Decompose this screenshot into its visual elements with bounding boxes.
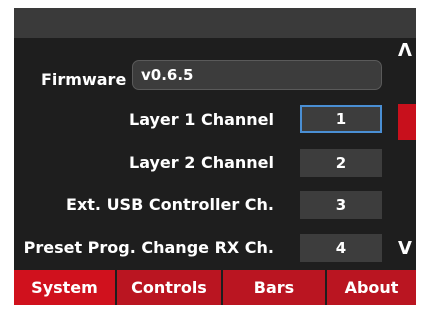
ext-usb-controller-value[interactable]: 3 xyxy=(300,191,382,219)
scroll-down-icon[interactable]: V xyxy=(394,238,416,259)
scrollbar[interactable]: Λ V xyxy=(394,38,416,270)
layer1-channel-value[interactable]: 1 xyxy=(300,105,382,133)
firmware-label: Firmware xyxy=(41,70,127,89)
tab-about[interactable]: About xyxy=(325,270,416,305)
layer1-channel-label: Layer 1 Channel xyxy=(129,110,274,129)
firmware-value-field: v0.6.5 xyxy=(132,60,382,90)
device-screen: Firmware v0.6.5 Layer 1 Channel 1 Layer … xyxy=(14,8,416,305)
tab-controls[interactable]: Controls xyxy=(115,270,221,305)
layer2-channel-label: Layer 2 Channel xyxy=(129,153,274,172)
tab-bars[interactable]: Bars xyxy=(221,270,325,305)
ext-usb-controller-label: Ext. USB Controller Ch. xyxy=(66,195,274,214)
scroll-up-icon[interactable]: Λ xyxy=(394,40,416,61)
tab-system[interactable]: System xyxy=(14,270,115,305)
preset-prog-change-label: Preset Prog. Change RX Ch. xyxy=(23,238,274,257)
layer2-channel-value[interactable]: 2 xyxy=(300,149,382,177)
preset-prog-change-value[interactable]: 4 xyxy=(300,234,382,262)
top-bar xyxy=(14,8,416,38)
scroll-thumb[interactable] xyxy=(398,104,416,140)
tab-bar: System Controls Bars About xyxy=(14,270,416,305)
settings-panel: Firmware v0.6.5 Layer 1 Channel 1 Layer … xyxy=(14,38,394,270)
